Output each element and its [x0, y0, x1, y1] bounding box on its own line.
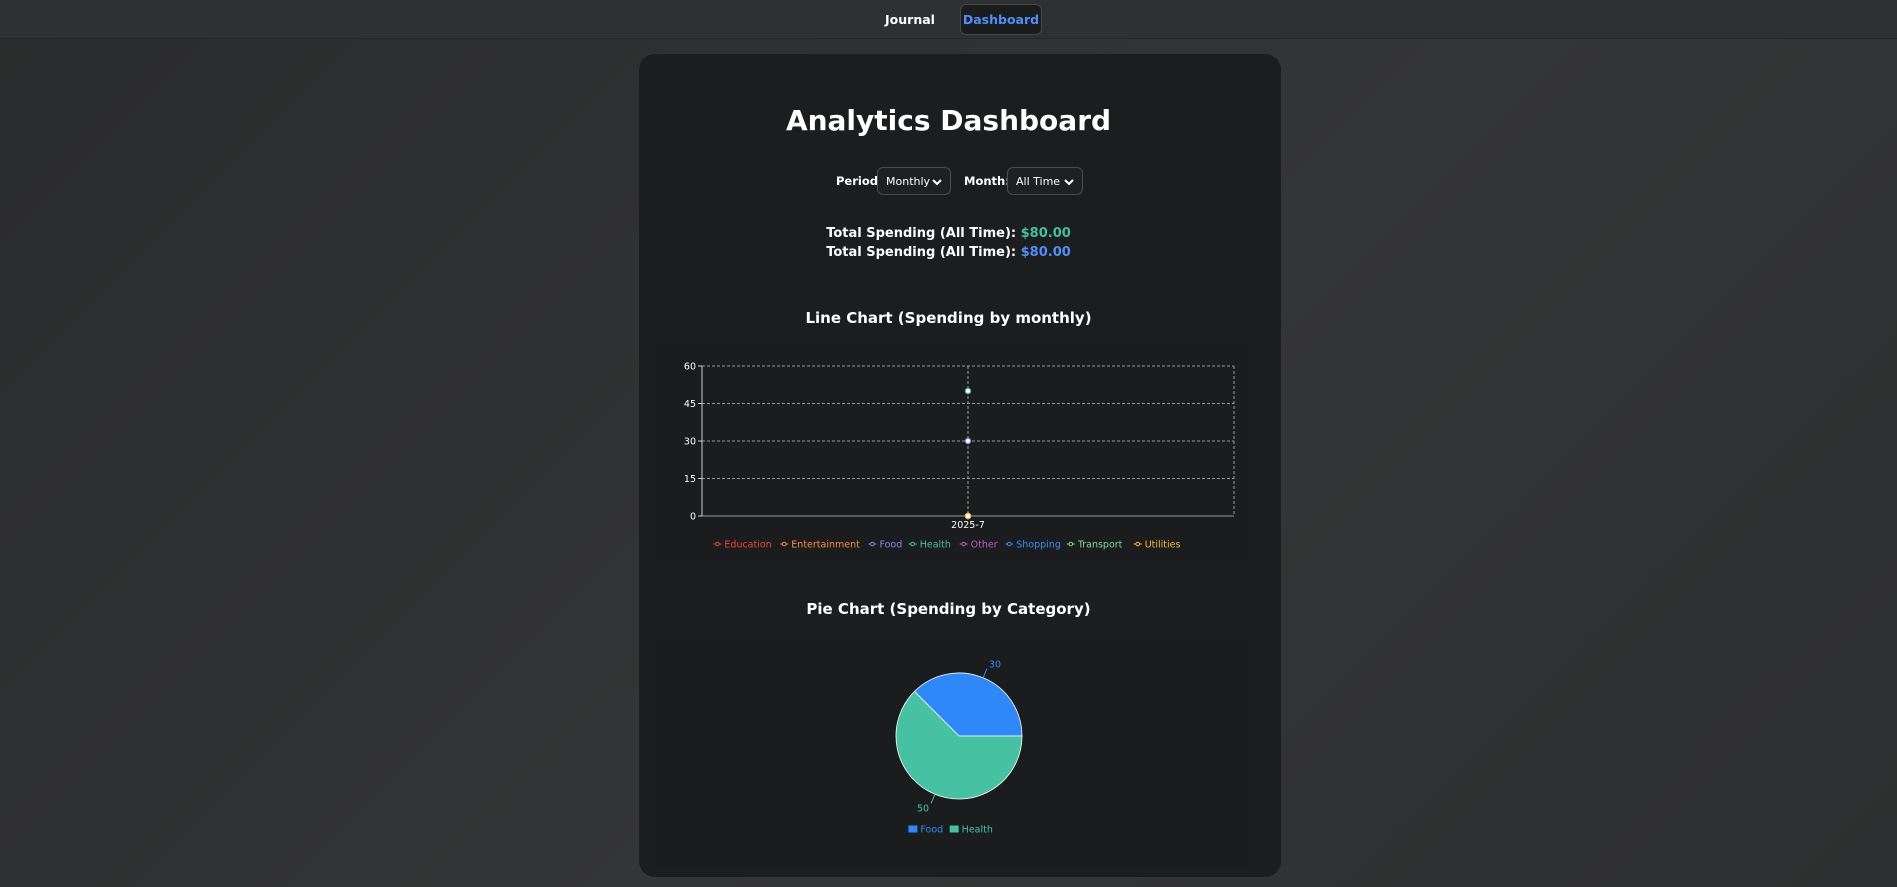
- nav-dashboard-button[interactable]: Dashboard: [960, 4, 1042, 35]
- chevron-down-icon: [932, 179, 942, 186]
- legend-marker: [1068, 541, 1074, 547]
- x-tick-label: 2025-7: [951, 520, 985, 531]
- total-spending-label: Total Spending (All Time):: [826, 226, 1017, 241]
- month-select-value: All Time: [1016, 174, 1061, 188]
- legend-item-utilities[interactable]: Utilities: [1133, 539, 1181, 550]
- y-tick-label: 60: [684, 362, 696, 373]
- legend-label: Transport: [1077, 539, 1123, 550]
- line-chart-panel: 0 15 30 45 60 2025-7 Education Entertainment Foo…: [655, 343, 1247, 561]
- period-select-value: Monthly: [886, 174, 931, 188]
- legend-item-shopping[interactable]: Shopping: [1005, 539, 1061, 550]
- legend-item-food[interactable]: Food: [908, 824, 943, 835]
- legend-label: Entertainment: [791, 539, 860, 550]
- total-spending-label: Total Spending (All Time):: [826, 245, 1017, 260]
- legend-marker: [1135, 541, 1141, 547]
- y-tick-label: 15: [684, 474, 696, 485]
- legend-marker: [870, 541, 875, 547]
- total-spending-line-1: Total Spending (All Time): $80.00: [0, 226, 1897, 241]
- pie-label-line: [930, 794, 936, 804]
- legend-label: Health: [962, 824, 993, 835]
- legend-label: Utilities: [1145, 539, 1181, 550]
- legend-label: Education: [724, 539, 771, 550]
- period-label: Period:: [836, 174, 883, 188]
- y-tick-label: 45: [684, 399, 696, 410]
- legend-item-health[interactable]: Health: [949, 824, 993, 835]
- legend-marker: [910, 541, 916, 547]
- pie-chart-panel: 30 50 Food Health: [655, 636, 1247, 866]
- total-spending-value: $80.00: [1020, 226, 1071, 241]
- pie-label-line: [982, 668, 988, 678]
- legend-swatch: [949, 825, 959, 833]
- month-select[interactable]: All Time: [1007, 167, 1083, 195]
- filters-bar: Period: Monthly Month: All Time: [0, 167, 1897, 195]
- pie-chart: 30 50 Food Health: [895, 660, 1023, 835]
- legend-label: Shopping: [1016, 539, 1061, 550]
- month-label: Month:: [964, 174, 1010, 188]
- line-chart: 0 15 30 45 60 2025-7 Education Entertainment Foo…: [684, 362, 1235, 550]
- y-tick-label: 0: [690, 512, 696, 523]
- legend-label: Other: [971, 539, 998, 550]
- legend-label: Food: [920, 824, 943, 835]
- pie-chart-title: Pie Chart (Spending by Category): [806, 600, 1091, 618]
- legend-marker: [1006, 541, 1012, 547]
- legend-marker: [782, 541, 787, 547]
- page-title: Analytics Dashboard: [785, 104, 1112, 137]
- legend-marker: [715, 541, 720, 547]
- line-chart-title: Line Chart (Spending by monthly): [805, 309, 1092, 327]
- data-point-health[interactable]: [964, 387, 972, 395]
- legend-swatch: [908, 825, 918, 833]
- line-chart-legend: Education Entertainment Food Health Other Sho…: [713, 539, 1181, 550]
- pie-slice-label: 30: [989, 660, 1001, 671]
- legend-label: Health: [920, 539, 951, 550]
- legend-item-transport[interactable]: Transport: [1066, 539, 1123, 550]
- period-select[interactable]: Monthly: [877, 167, 951, 195]
- pie-slice-label: 50: [917, 803, 929, 814]
- nav-journal-button[interactable]: Journal: [879, 4, 941, 35]
- data-point-utilities[interactable]: [964, 512, 972, 520]
- legend-item-food[interactable]: Food: [868, 539, 902, 550]
- legend-label: Food: [879, 539, 902, 550]
- total-spending-line-2: Total Spending (All Time): $80.00: [0, 245, 1897, 260]
- legend-item-health[interactable]: Health: [908, 539, 951, 550]
- legend-item-entertainment[interactable]: Entertainment: [780, 539, 860, 550]
- legend-marker: [961, 541, 966, 547]
- legend-item-education[interactable]: Education: [713, 539, 772, 550]
- chevron-down-icon: [1064, 179, 1074, 186]
- pie-chart-legend: Food Health: [908, 824, 993, 835]
- y-tick-label: 30: [684, 437, 696, 448]
- data-point-food[interactable]: [964, 437, 972, 445]
- legend-item-other[interactable]: Other: [959, 539, 998, 550]
- top-nav-bar: Journal Dashboard: [0, 0, 1897, 39]
- total-spending-value: $80.00: [1020, 245, 1071, 260]
